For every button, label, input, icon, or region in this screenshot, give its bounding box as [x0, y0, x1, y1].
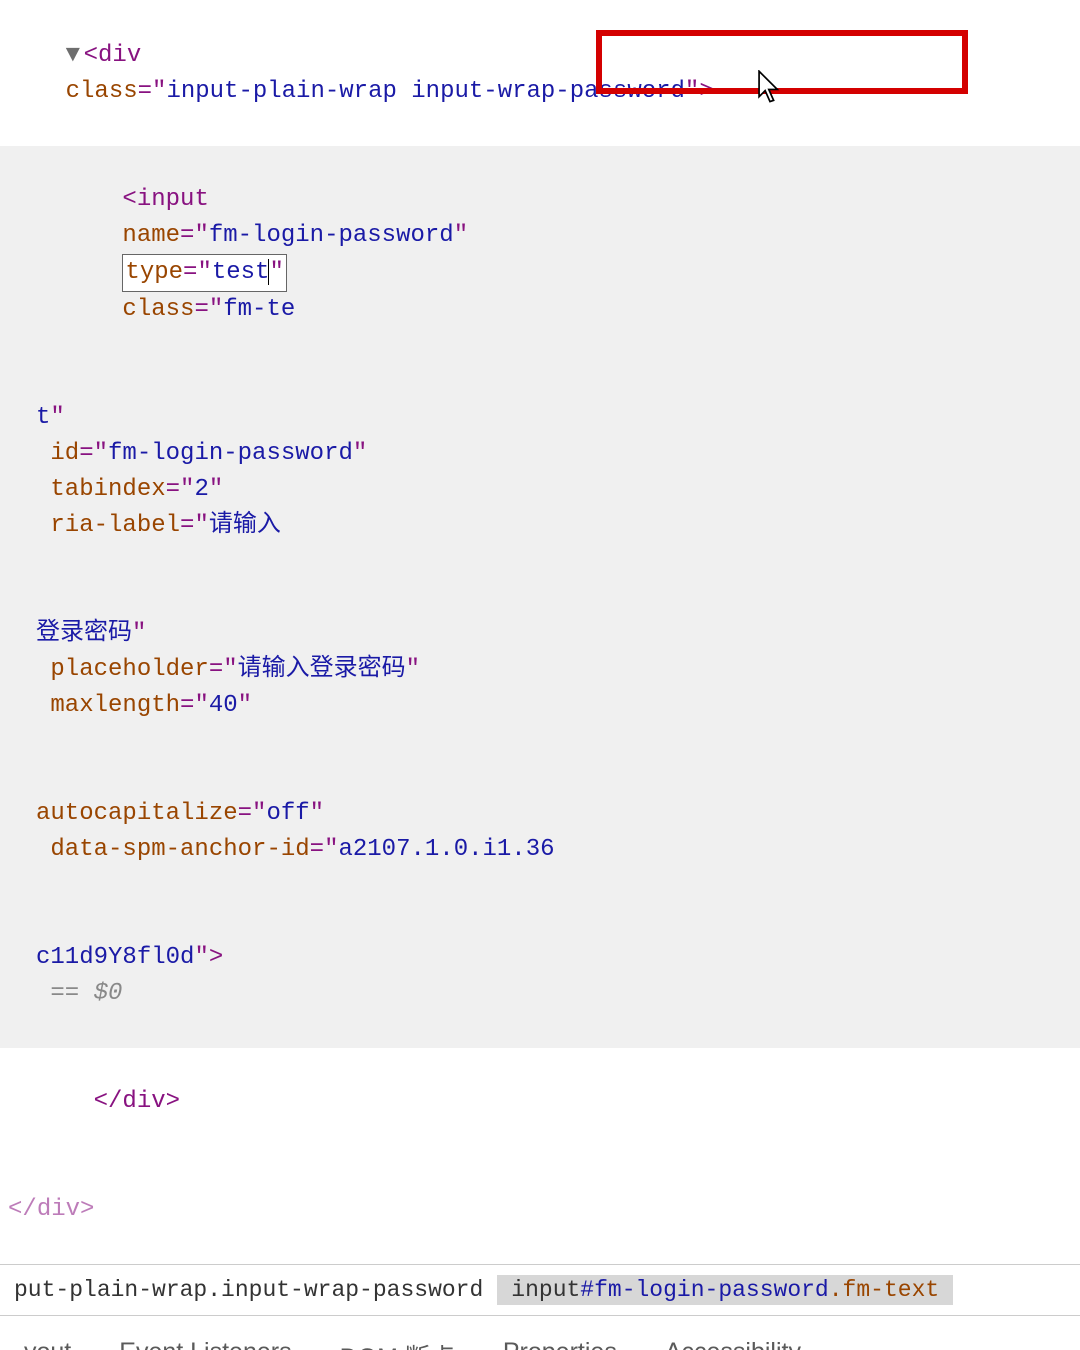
tab-layout[interactable]: yout [0, 1334, 95, 1350]
elements-dom-tree[interactable]: ▼<div class="input-plain-wrap input-wrap… [0, 0, 1080, 1264]
dom-node-input-selected[interactable]: <input name="fm-login-password" type="te… [0, 146, 1080, 1048]
expand-arrow-icon[interactable]: ▼ [66, 38, 84, 74]
tab-dom-breakpoints[interactable]: DOM 断点 [316, 1334, 479, 1350]
dom-breadcrumb[interactable]: put-plain-wrap.input-wrap-password input… [0, 1264, 1080, 1315]
tab-accessibility[interactable]: Accessibility [641, 1334, 825, 1350]
editable-attribute-field[interactable]: type="test" [122, 254, 286, 292]
styles-subtabs[interactable]: yout Event Listeners DOM 断点 Properties A… [0, 1315, 1080, 1350]
breadcrumb-item-parent[interactable]: put-plain-wrap.input-wrap-password [0, 1275, 497, 1305]
tab-properties[interactable]: Properties [479, 1334, 641, 1350]
breadcrumb-item-selected[interactable]: input#fm-login-password.fm-text [497, 1275, 953, 1305]
selected-node-marker: == $0 [50, 980, 122, 1007]
tab-event-listeners[interactable]: Event Listeners [95, 1334, 315, 1350]
dom-node-outer-div-open[interactable]: ▼<div class="input-plain-wrap input-wrap… [0, 2, 1080, 146]
dom-node-parent-div-close[interactable]: </div> [0, 1156, 1080, 1264]
dom-node-outer-div-close[interactable]: </div> [0, 1048, 1080, 1156]
